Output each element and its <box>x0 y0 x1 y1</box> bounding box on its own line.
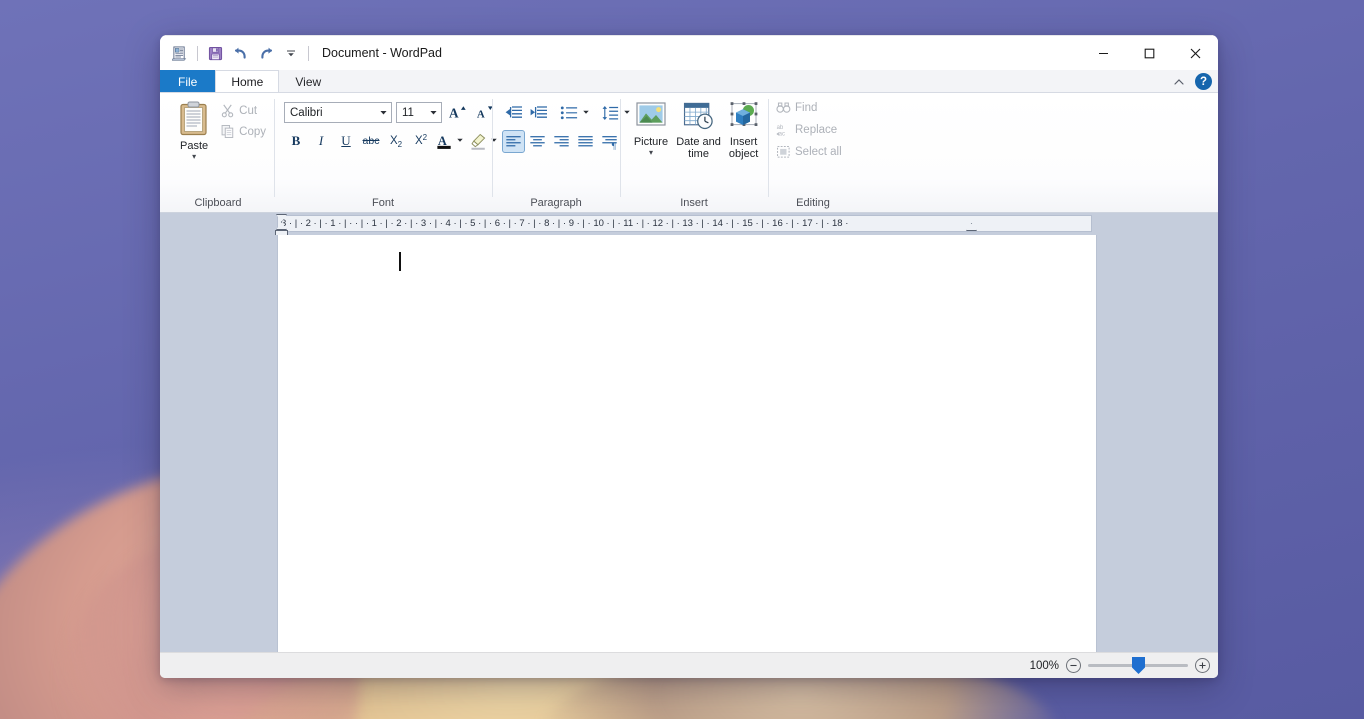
chevron-down-icon[interactable] <box>581 108 593 118</box>
zoom-in-button[interactable] <box>1195 658 1210 673</box>
picture-button[interactable]: Picture ▾ <box>628 98 674 157</box>
chevron-down-icon[interactable] <box>375 103 391 122</box>
chevron-down-icon[interactable] <box>455 136 467 146</box>
svg-text:A: A <box>477 108 485 120</box>
chevron-down-icon[interactable] <box>425 103 441 122</box>
align-right-icon[interactable] <box>550 130 573 153</box>
paste-button[interactable]: Paste ▾ <box>174 98 214 161</box>
wordpad-document-icon[interactable] <box>168 42 191 65</box>
help-icon[interactable]: ? <box>1195 73 1212 90</box>
zoom-slider[interactable] <box>1088 657 1188 674</box>
paragraph-marks-icon[interactable]: ¶ <box>598 130 621 153</box>
bullets-split-button[interactable] <box>558 101 593 124</box>
cut-button[interactable]: Cut <box>216 100 270 121</box>
customize-quick-access-icon[interactable] <box>279 42 302 65</box>
increase-indent-icon[interactable] <box>527 101 550 124</box>
underline-button[interactable]: U <box>334 129 358 153</box>
svg-text:ab: ab <box>777 125 784 131</box>
status-bar-left-region <box>160 653 968 678</box>
date-and-time-button[interactable]: Date and time <box>674 98 723 160</box>
text-color-split-button[interactable]: A <box>434 130 467 153</box>
save-icon[interactable] <box>204 42 227 65</box>
wordpad-window: Document - WordPad File Home View ? Past… <box>160 35 1218 678</box>
highlighter-icon[interactable] <box>468 129 489 153</box>
font-family-combo[interactable]: Calibri <box>284 102 392 123</box>
picture-dropdown-caret[interactable]: ▾ <box>649 149 653 157</box>
subscript-button[interactable]: X2 <box>384 129 408 153</box>
line-spacing-icon[interactable] <box>599 101 622 124</box>
title-bar: Document - WordPad <box>160 35 1218 70</box>
ribbon-tab-strip: File Home View ? <box>160 70 1218 93</box>
toolbar-divider <box>308 45 309 61</box>
ribbon: Paste ▾ Cut Copy Clipboard Calibri 11 A … <box>160 93 1218 213</box>
grow-font-button[interactable]: A <box>446 101 469 124</box>
select-all-button[interactable]: Select all <box>772 141 846 162</box>
replace-label: Replace <box>795 123 838 136</box>
picture-label: Picture <box>633 136 669 148</box>
chevron-up-icon[interactable] <box>1170 73 1188 91</box>
svg-text:A: A <box>438 133 447 147</box>
find-button[interactable]: Find <box>772 97 821 118</box>
text-caret <box>399 252 401 271</box>
strikethrough-button[interactable]: abc <box>359 129 383 153</box>
svg-text:ac: ac <box>779 131 785 136</box>
window-controls <box>1080 36 1218 71</box>
status-bar: 100% <box>160 652 1218 678</box>
font-size-value: 11 <box>402 106 414 119</box>
tab-file[interactable]: File <box>160 70 216 92</box>
tab-view[interactable]: View <box>279 70 337 92</box>
ribbon-right-controls: ? <box>1170 70 1212 93</box>
zoom-out-button[interactable] <box>1066 658 1081 673</box>
close-button[interactable] <box>1172 36 1218 71</box>
justify-icon[interactable] <box>574 130 597 153</box>
align-left-icon[interactable] <box>502 130 525 153</box>
group-label-font: Font <box>371 197 394 209</box>
ribbon-group-font: Calibri 11 A A B I U abc X 2 X 2 A Font <box>274 93 497 213</box>
tab-home[interactable]: Home <box>215 70 280 92</box>
font-family-value: Calibri <box>290 106 323 119</box>
find-label: Find <box>795 101 818 114</box>
font-size-combo[interactable]: 11 <box>396 102 442 123</box>
cut-label: Cut <box>239 104 258 117</box>
svg-text:A: A <box>449 106 459 121</box>
document-canvas <box>160 235 1218 652</box>
replace-button[interactable]: ab ac Replace <box>772 119 841 140</box>
toolbar-divider <box>197 45 198 61</box>
zoom-percent-label: 100% <box>1029 659 1059 672</box>
group-label-editing: Editing <box>796 197 830 209</box>
insert-object-button[interactable]: Insert object <box>723 98 764 160</box>
ruler-area: 3 · | · 2 · | · 1 · | · · | · 1 · | · 2 … <box>160 213 1218 236</box>
document-page[interactable] <box>278 235 1096 652</box>
paste-dropdown-caret[interactable]: ▾ <box>192 153 196 161</box>
select-all-label: Select all <box>795 145 842 158</box>
group-label-paragraph: Paragraph <box>530 197 582 209</box>
maximize-button[interactable] <box>1126 36 1172 71</box>
zoom-controls: 100% <box>1029 657 1210 674</box>
date-and-time-label: Date and time <box>676 136 721 160</box>
ribbon-group-paragraph: ¶ Paragraph <box>492 93 630 213</box>
text-color-button[interactable]: A <box>434 129 455 153</box>
ribbon-group-insert: Picture ▾ Date and time Insert object In… <box>620 93 768 213</box>
copy-button[interactable]: Copy <box>216 121 270 142</box>
decrease-indent-icon[interactable] <box>502 101 525 124</box>
minimize-button[interactable] <box>1080 36 1126 71</box>
insert-object-label: Insert object <box>728 136 759 160</box>
group-label-insert: Insert <box>680 197 708 209</box>
ribbon-group-editing: Find ab ac Replace Select all Editing <box>768 93 858 213</box>
bold-button[interactable]: B <box>284 129 308 153</box>
ribbon-group-clipboard: Paste ▾ Cut Copy Clipboard <box>162 93 274 213</box>
window-title: Document - WordPad <box>322 46 442 60</box>
italic-button[interactable]: I <box>309 129 333 153</box>
paste-label: Paste <box>180 140 209 152</box>
redo-icon[interactable] <box>254 42 277 65</box>
group-label-clipboard: Clipboard <box>194 197 242 209</box>
superscript-button[interactable]: X2 <box>409 129 433 153</box>
align-center-icon[interactable] <box>526 130 549 153</box>
copy-label: Copy <box>239 125 266 138</box>
undo-icon[interactable] <box>229 42 252 65</box>
quick-access-toolbar <box>160 42 313 65</box>
bullets-icon[interactable] <box>558 101 581 124</box>
zoom-slider-thumb[interactable] <box>1132 657 1145 674</box>
